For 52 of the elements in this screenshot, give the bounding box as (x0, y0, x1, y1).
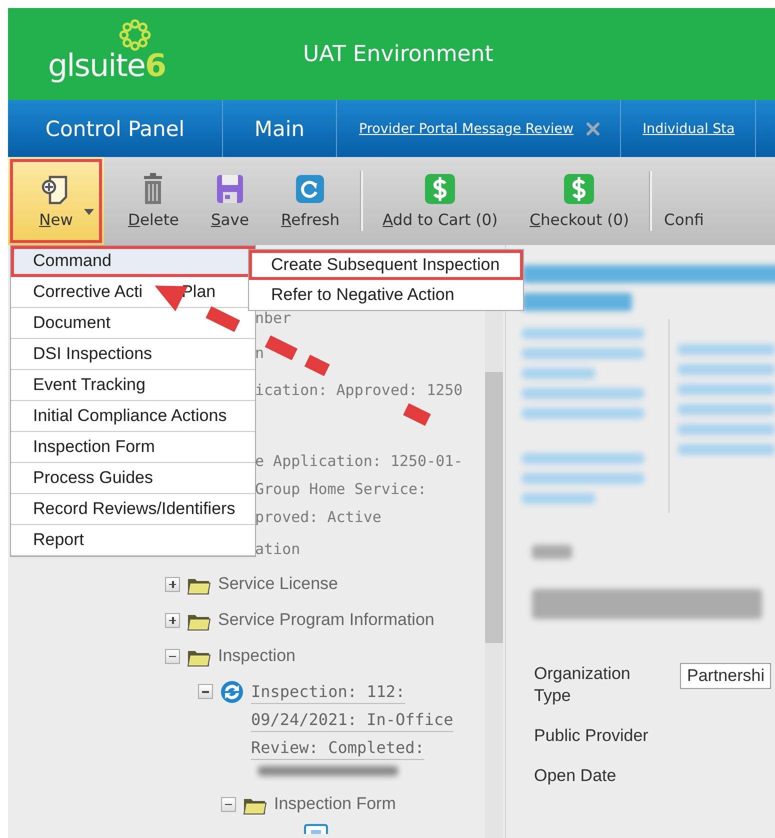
toolbar-button[interactable]: Checkout (0) (514, 157, 646, 245)
nav-link[interactable]: Provider Portal Message Review (359, 120, 574, 136)
tree-node-label[interactable]: Service License (218, 574, 338, 594)
menu-item[interactable]: Event Tracking (11, 370, 255, 401)
tree-node-label[interactable]: Inspection Form (274, 794, 396, 814)
logo-version: 6 (144, 48, 167, 84)
dollar-icon (563, 173, 596, 205)
expander-icon[interactable] (221, 796, 236, 812)
sync-icon (220, 680, 244, 704)
logo-text: glsuite (48, 48, 145, 84)
field-label: Open Date (534, 765, 618, 787)
form-icon (304, 824, 328, 834)
tree-node-label[interactable]: e Application: 1250-01- (255, 447, 485, 475)
toolbar-button[interactable]: Confi (656, 157, 720, 245)
tree-node-label[interactable]: Inspection: 112: 09/24/2021: In-Office Review: Completed: (251, 678, 463, 762)
caret-icon (84, 209, 94, 215)
tree-node-label[interactable]: Service Program Information (218, 610, 434, 630)
menu-item[interactable]: Report (11, 525, 255, 556)
menu-item[interactable]: Initial Compliance Actions (11, 401, 255, 432)
tree-node-label[interactable]: n (255, 339, 485, 367)
tree-node-label[interactable]: Group Home Service: (255, 475, 485, 503)
expander-icon[interactable] (165, 576, 180, 592)
toolbar-button[interactable]: Refresh (265, 157, 356, 245)
field-label: Public Provider (534, 725, 650, 747)
refresh-icon (294, 173, 326, 205)
close-icon (586, 122, 600, 136)
tree-node-label[interactable]: Inspection (218, 646, 296, 666)
tree-node-label[interactable]: ication: Approved: 1250 (255, 376, 485, 404)
expander-icon[interactable] (198, 684, 213, 699)
nav-tab[interactable]: Control Panel (45, 116, 185, 140)
toolbar-button[interactable]: New (8, 157, 104, 245)
expander-icon[interactable] (165, 648, 180, 664)
input-field[interactable]: Partnershi (680, 663, 772, 689)
menu-item[interactable]: Inspection Form (11, 432, 255, 463)
scrollbar[interactable] (485, 310, 503, 838)
blurred-text (532, 545, 572, 559)
nav-tab[interactable]: Main (254, 116, 305, 140)
flower-icon (118, 18, 152, 52)
toolbar-button[interactable]: Save (194, 157, 265, 245)
menu-item[interactable]: Record Reviews/Identifiers (11, 494, 255, 525)
toolbar-button[interactable]: Delete (112, 157, 195, 245)
field-label: Organization Type (534, 663, 632, 707)
tree-node-label[interactable]: proved: Active (255, 503, 485, 531)
menu-item[interactable]: DSI Inspections (11, 339, 255, 370)
dollar-icon (424, 173, 456, 205)
expander-icon[interactable] (165, 612, 180, 628)
toolbar-button[interactable]: Add to Cart (0) (366, 157, 514, 245)
nav-link[interactable]: Individual Sta (642, 120, 735, 136)
menu-item[interactable]: Process Guides (11, 463, 255, 494)
environment-title: UAT Environment (303, 42, 494, 66)
menu-item[interactable]: Command (11, 246, 255, 277)
tree-node-label[interactable]: ation (255, 535, 485, 563)
